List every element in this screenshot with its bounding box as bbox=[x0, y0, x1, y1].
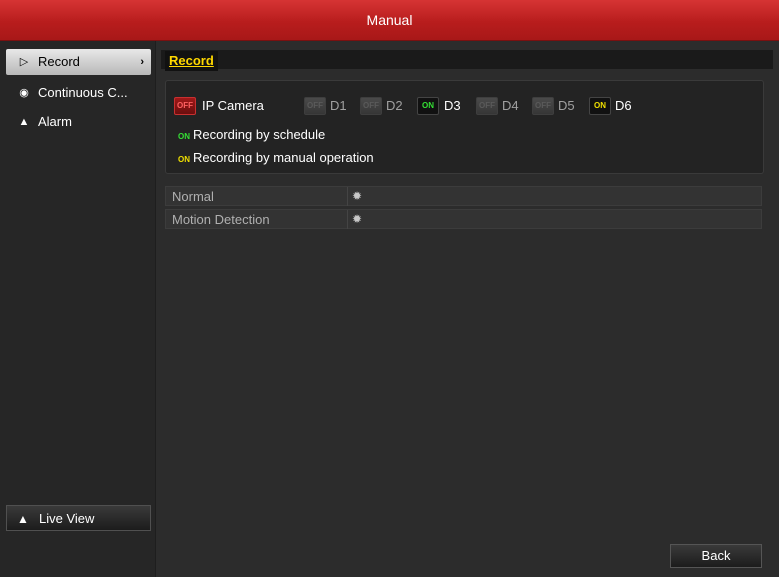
channel-d5-badge[interactable]: OFF bbox=[532, 97, 554, 115]
legend-manual-tag: ON bbox=[178, 155, 190, 164]
live-view-button[interactable]: ▲ Live View bbox=[6, 505, 151, 531]
gear-icon[interactable]: ✹ bbox=[352, 210, 362, 229]
chevron-right-icon: › bbox=[140, 56, 144, 68]
channel-d3-badge[interactable]: ON bbox=[417, 97, 439, 115]
legend-schedule-label: Recording by schedule bbox=[193, 127, 326, 142]
ip-camera-badge[interactable]: OFF bbox=[174, 97, 196, 115]
sidebar-item-alarm[interactable]: ▲ Alarm bbox=[6, 109, 151, 135]
row-label-motion-detection: Motion Detection bbox=[172, 212, 270, 227]
home-icon: ▲ bbox=[17, 512, 29, 526]
back-button[interactable]: Back bbox=[670, 544, 762, 568]
ip-camera-label: IP Camera bbox=[202, 98, 264, 113]
table-row: Motion Detection ✹ bbox=[165, 209, 762, 229]
gear-icon[interactable]: ✹ bbox=[352, 187, 362, 206]
channel-d4-badge[interactable]: OFF bbox=[476, 97, 498, 115]
channel-d4-label: D4 bbox=[502, 98, 519, 113]
alarm-icon: ▲ bbox=[18, 116, 30, 128]
sidebar-item-label: Alarm bbox=[38, 114, 72, 129]
channel-d2-badge[interactable]: OFF bbox=[360, 97, 382, 115]
sidebar-item-record[interactable]: ▷ Record › bbox=[6, 49, 151, 75]
channel-d5-label: D5 bbox=[558, 98, 575, 113]
channel-d6-label: D6 bbox=[615, 98, 632, 113]
channel-d1-label: D1 bbox=[330, 98, 347, 113]
tab-record[interactable]: Record bbox=[165, 51, 218, 71]
window-title: Manual bbox=[0, 0, 779, 41]
sidebar-item-label: Continuous C... bbox=[38, 85, 128, 100]
camera-icon: ◉ bbox=[19, 87, 29, 99]
live-view-label: Live View bbox=[39, 511, 95, 526]
channel-d1-badge[interactable]: OFF bbox=[304, 97, 326, 115]
column-divider bbox=[347, 187, 348, 206]
table-row: Normal ✹ bbox=[165, 186, 762, 206]
sidebar-item-label: Record bbox=[38, 54, 80, 69]
legend-manual-label: Recording by manual operation bbox=[193, 150, 374, 165]
legend-schedule: ON Recording by schedule bbox=[178, 127, 325, 145]
legend-schedule-tag: ON bbox=[178, 132, 190, 141]
manual-window: Manual ▷ Record › ◉ Continuous C... ▲ Al… bbox=[0, 0, 779, 577]
tab-bar bbox=[161, 50, 773, 69]
channel-d6-badge[interactable]: ON bbox=[589, 97, 611, 115]
sidebar: ▷ Record › ◉ Continuous C... ▲ Alarm bbox=[0, 41, 155, 577]
channel-d2-label: D2 bbox=[386, 98, 403, 113]
sidebar-item-continuous[interactable]: ◉ Continuous C... bbox=[6, 80, 151, 106]
record-icon: ▷ bbox=[19, 56, 29, 68]
row-label-normal: Normal bbox=[172, 189, 214, 204]
legend-manual: ON Recording by manual operation bbox=[178, 150, 374, 168]
channel-d3-label: D3 bbox=[444, 98, 461, 113]
column-divider bbox=[347, 210, 348, 229]
